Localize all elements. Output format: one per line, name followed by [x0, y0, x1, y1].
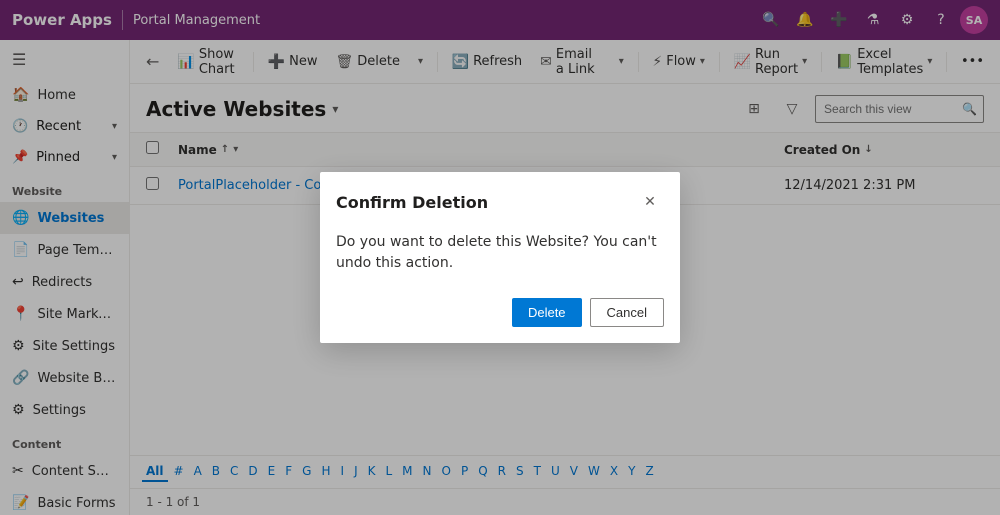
modal-title: Confirm Deletion [336, 193, 488, 212]
modal-close-button[interactable]: ✕ [636, 188, 664, 216]
confirm-deletion-modal: Confirm Deletion ✕ Do you want to delete… [320, 172, 680, 343]
modal-footer: Delete Cancel [320, 298, 680, 343]
modal-overlay[interactable]: Confirm Deletion ✕ Do you want to delete… [0, 0, 1000, 515]
modal-header: Confirm Deletion ✕ [320, 172, 680, 224]
modal-body: Do you want to delete this Website? You … [320, 224, 680, 298]
modal-delete-button[interactable]: Delete [512, 298, 582, 327]
modal-cancel-button[interactable]: Cancel [590, 298, 664, 327]
